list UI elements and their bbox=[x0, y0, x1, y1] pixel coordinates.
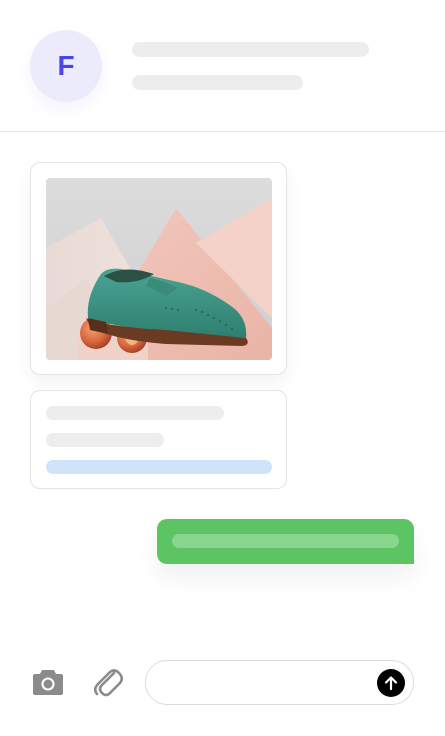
message-input[interactable] bbox=[162, 669, 376, 698]
camera-button[interactable] bbox=[31, 666, 65, 698]
avatar[interactable]: F bbox=[30, 30, 102, 102]
send-button[interactable] bbox=[377, 669, 405, 697]
attach-button[interactable] bbox=[92, 665, 124, 699]
camera-icon bbox=[33, 670, 63, 695]
chat-header: F bbox=[0, 0, 445, 132]
paperclip-icon bbox=[93, 669, 124, 697]
incoming-image-message[interactable] bbox=[30, 162, 287, 375]
shoe-photo[interactable] bbox=[46, 178, 272, 360]
message-text-skeleton bbox=[46, 433, 164, 447]
outgoing-message-bubble[interactable] bbox=[157, 519, 414, 564]
contact-status-skeleton bbox=[132, 75, 303, 90]
link-skeleton[interactable] bbox=[46, 460, 272, 474]
message-composer bbox=[145, 660, 414, 705]
incoming-link-message[interactable] bbox=[30, 390, 287, 489]
contact-name-skeleton bbox=[132, 42, 369, 57]
arrow-up-icon bbox=[384, 676, 398, 691]
shoe-photo-image bbox=[46, 178, 272, 360]
message-text-skeleton bbox=[46, 406, 224, 420]
message-text-skeleton bbox=[172, 534, 399, 548]
